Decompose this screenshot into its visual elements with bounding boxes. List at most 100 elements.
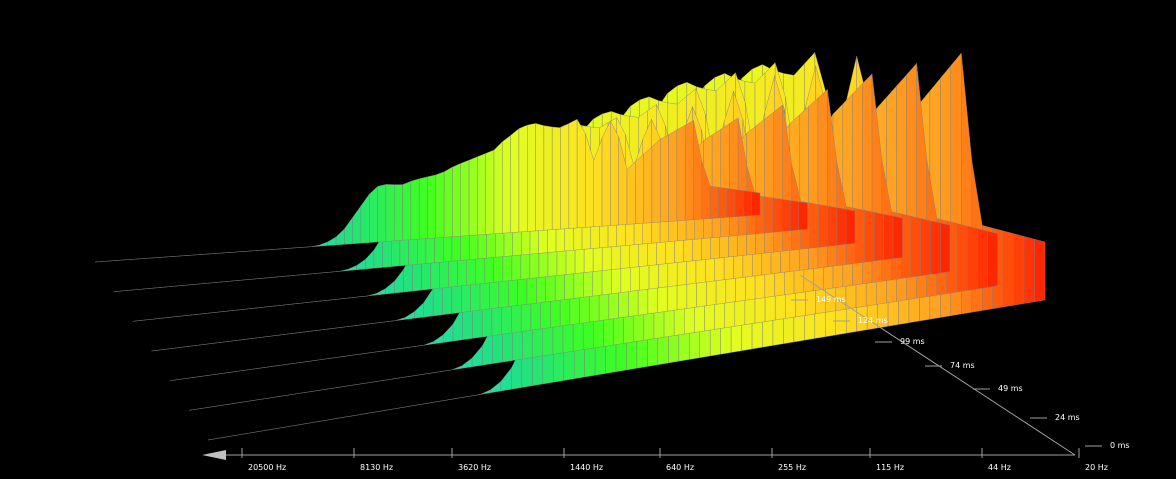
surface-facet [394,347,405,350]
surface-facet [836,207,847,246]
surface-facet [302,422,313,425]
surface-facet [335,355,346,358]
surface-facet [374,350,385,353]
surface-facet [448,397,460,400]
surface-facet [864,210,875,263]
surface-facet [364,411,376,414]
surface-facet [235,279,244,281]
surface-facet [385,184,395,242]
surface-facet [344,216,353,245]
surface-facet [199,407,210,409]
surface-facet [1034,238,1046,302]
surface-facet [518,124,528,233]
surface-facet [427,174,437,239]
surface-facet [668,129,678,222]
surface-facet [441,369,452,372]
surface-facet [320,328,330,331]
surface-facet [235,339,246,341]
surface-facet [277,248,287,250]
surface-facet [404,346,415,349]
surface-facet [711,128,721,238]
surface-facet [421,372,432,375]
surface-facet [772,197,782,233]
surface-facet [231,309,242,311]
surface-facet [413,345,424,347]
surface-facet [183,284,192,286]
surface-facet [818,204,829,248]
surface-facet [763,196,774,234]
surface-facet [322,299,332,302]
time-tick-label: 149 ms [816,295,846,304]
surface-facet [402,180,412,241]
surface-facet [1023,236,1035,304]
surface-facet [240,308,251,310]
surface-facet [626,161,636,225]
surface-facet [302,246,312,248]
surface-facet [385,280,395,295]
surface-facet [250,307,260,309]
surface-facet [726,188,736,218]
surface-facet [204,312,214,314]
surface-facet [291,424,303,427]
surface-facet [226,340,237,342]
surface-facet [809,202,820,249]
surface-facet [222,310,233,312]
surface-facet [660,134,669,223]
surface-facet [194,254,204,256]
surface-facet [287,362,298,365]
surface-facet [423,341,434,346]
spectral-surface [94,51,1046,441]
surface-facet [313,300,323,303]
surface-facet [111,260,120,262]
surface-facet [213,311,223,313]
surface-facet [493,141,503,235]
surface-facet [148,287,158,289]
surface-facet [268,305,278,307]
surface-facet [174,285,184,287]
surface-facet [789,200,800,231]
surface-facet [892,215,903,259]
surface-facet [354,413,365,416]
surface-facet [243,278,253,281]
surface-facet [195,313,205,315]
surface-facet [411,374,422,377]
surface-facet [304,301,314,304]
surface-facet [300,391,311,394]
surface-facet [718,187,727,219]
surface-facet [180,377,190,380]
surface-facet [189,408,200,411]
surface-facet [349,296,359,299]
surface-facet [910,215,921,278]
surface-facet [443,166,453,238]
surface-facet [347,265,357,271]
surface-facet [259,397,271,400]
surface-facet [551,126,561,230]
surface-facet [367,322,377,325]
surface-facet [311,244,320,247]
surface-facet [228,434,240,437]
time-tick-label: 99 ms [900,337,925,346]
surface-facet [438,399,449,402]
surface-facet [576,118,586,229]
surface-facet [350,383,361,386]
surface-facet [132,320,142,322]
surface-facet [610,120,619,226]
surface-facet [329,327,340,329]
surface-facet [151,349,161,352]
surface-facet [676,124,686,222]
surface-facet [427,401,439,404]
surface-facet [335,228,345,246]
surface-facet [161,256,170,258]
surface-facet [433,334,444,345]
surface-facet [217,281,227,283]
surface-facet [490,380,502,393]
surface-facet [159,317,169,319]
surface-facet [395,317,406,321]
surface-facet [191,283,201,285]
surface-facet [170,347,180,349]
surface-facet [261,249,270,251]
surface-facet [226,280,236,282]
frequency-tick-label: 20 Hz [1085,463,1108,472]
surface-facet [348,325,359,327]
waterfall-chart: 20500 Hz 8130 Hz 3620 Hz 1440 Hz 640 Hz 255 H… [0,0,1176,479]
